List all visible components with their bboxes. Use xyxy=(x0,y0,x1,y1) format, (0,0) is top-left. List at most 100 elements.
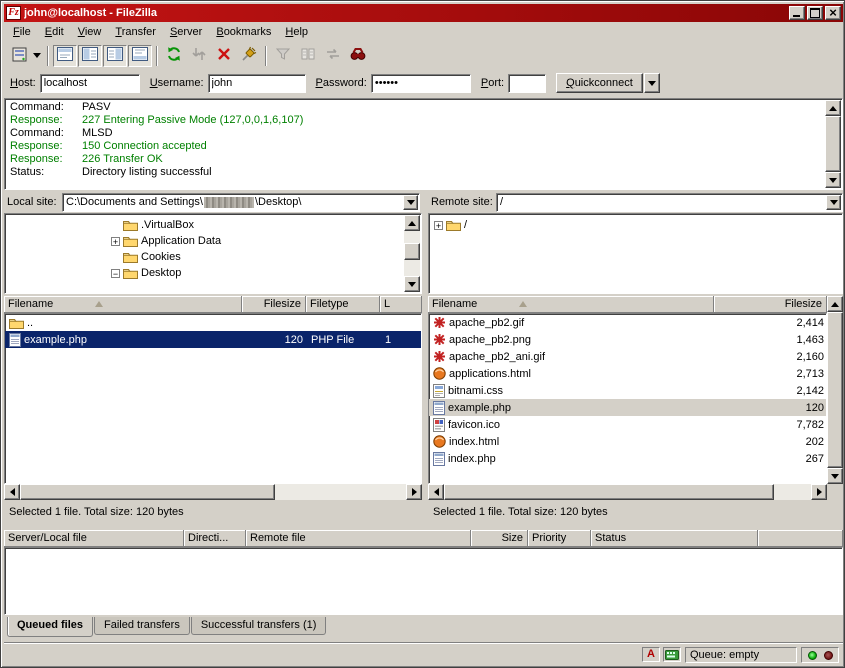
tab-failed-transfers[interactable]: Failed transfers xyxy=(94,617,190,635)
remote-file-row[interactable]: apache_pb2.gif2,414 xyxy=(429,314,826,331)
collapse-minus-icon[interactable]: − xyxy=(111,269,120,278)
menu-edit[interactable]: Edit xyxy=(38,23,71,41)
menu-server[interactable]: Server xyxy=(163,23,209,41)
tree-label: Application Data xyxy=(141,235,221,247)
scroll-up-button[interactable] xyxy=(825,100,841,116)
remote-file-row[interactable]: bitnami.css2,142 xyxy=(429,382,826,399)
column-header-label: Directi... xyxy=(188,532,228,544)
remote-file-row[interactable]: apache_pb2_ani.gif2,160 xyxy=(429,348,826,365)
column-header-filetype[interactable]: Filetype xyxy=(306,296,380,313)
log-line-response: Response:227 Entering Passive Mode (127,… xyxy=(6,114,824,127)
remote-file-row[interactable]: example.php120 xyxy=(429,399,826,416)
log-scrollbar[interactable] xyxy=(825,100,841,188)
queue-splitter[interactable] xyxy=(4,524,843,529)
toggle-local-tree-button[interactable] xyxy=(78,45,102,67)
menu-view[interactable]: View xyxy=(71,23,109,41)
menu-transfer[interactable]: Transfer xyxy=(108,23,163,41)
local-tree-scrollbar[interactable] xyxy=(404,215,420,292)
remote-site-combo[interactable]: / xyxy=(496,193,843,212)
disconnect-button[interactable] xyxy=(237,45,261,67)
column-header-filesize[interactable]: Filesize xyxy=(242,296,306,313)
tree-item-cookies[interactable]: Cookies xyxy=(5,249,421,265)
scroll-left-button[interactable] xyxy=(428,484,444,500)
local-list-hscrollbar[interactable] xyxy=(4,484,422,500)
find-button[interactable] xyxy=(346,45,370,67)
host-input[interactable] xyxy=(40,74,140,93)
remote-list-scrollbar[interactable] xyxy=(827,296,843,484)
remote-file-row[interactable]: favicon.ico7,782 xyxy=(429,416,826,433)
local-file-row[interactable]: .. xyxy=(5,314,421,331)
scroll-left-button[interactable] xyxy=(4,484,20,500)
ascii-indicator-icon: A xyxy=(642,647,660,662)
toggle-transfer-queue-button[interactable] xyxy=(128,45,152,67)
scroll-thumb[interactable] xyxy=(444,484,774,500)
keyboard-indicator-icon xyxy=(663,647,681,662)
scroll-down-button[interactable] xyxy=(827,468,843,484)
menu-bookmarks[interactable]: Bookmarks xyxy=(209,23,278,41)
process-queue-button[interactable] xyxy=(187,45,211,67)
scroll-down-button[interactable] xyxy=(825,172,841,188)
password-input[interactable] xyxy=(371,74,471,93)
column-header-server-local-file[interactable]: Server/Local file xyxy=(4,530,184,547)
column-header-filesize[interactable]: Filesize xyxy=(714,296,827,313)
remote-file-row[interactable]: index.html202 xyxy=(429,433,826,450)
column-header-remote-file[interactable]: Remote file xyxy=(246,530,471,547)
tab-queued-files[interactable]: Queued files xyxy=(7,617,93,637)
scroll-up-button[interactable] xyxy=(404,215,420,231)
title-bar[interactable]: Fz john@localhost - FileZilla xyxy=(4,4,843,22)
minimize-button[interactable] xyxy=(789,6,805,20)
column-header-status[interactable]: Status xyxy=(591,530,758,547)
local-site-combo[interactable]: C:\Documents and Settings\\Desktop\ xyxy=(62,193,420,212)
tree-item-desktop[interactable]: −Desktop xyxy=(5,265,421,281)
column-header-filename[interactable]: Filename xyxy=(4,296,242,313)
username-input[interactable] xyxy=(208,74,306,93)
quickconnect-button[interactable]: Quickconnect xyxy=(556,73,643,93)
compare-button[interactable] xyxy=(296,45,320,67)
cancel-button[interactable] xyxy=(212,45,236,67)
panel-remote-icon xyxy=(107,47,123,64)
column-header-l[interactable]: L xyxy=(380,296,422,313)
column-header-filler[interactable] xyxy=(758,530,843,547)
remote-file-row[interactable]: applications.html2,713 xyxy=(429,365,826,382)
column-header-label: Size xyxy=(502,532,523,544)
log-line-command: Command:PASV xyxy=(6,101,824,114)
tab-successful-transfers-1[interactable]: Successful transfers (1) xyxy=(191,617,327,635)
remote-site-path: / xyxy=(500,196,824,208)
scroll-right-button[interactable] xyxy=(811,484,827,500)
toggle-message-log-button[interactable] xyxy=(53,45,77,67)
toggle-remote-tree-button[interactable] xyxy=(103,45,127,67)
column-header-directi[interactable]: Directi... xyxy=(184,530,246,547)
sync-browse-button[interactable] xyxy=(321,45,345,67)
local-file-row[interactable]: example.php120PHP File1 xyxy=(5,331,421,348)
expand-plus-icon[interactable]: + xyxy=(434,221,443,230)
scroll-thumb[interactable] xyxy=(20,484,275,500)
column-header-priority[interactable]: Priority xyxy=(528,530,591,547)
remote-list-hscrollbar[interactable] xyxy=(428,484,827,500)
scroll-thumb[interactable] xyxy=(825,116,841,172)
remote-file-row[interactable]: apache_pb2.png1,463 xyxy=(429,331,826,348)
site-manager-dropdown-button[interactable] xyxy=(31,45,43,67)
local-site-dropdown-button[interactable] xyxy=(403,195,418,210)
quickconnect-dropdown-button[interactable] xyxy=(644,73,660,93)
maximize-button[interactable] xyxy=(807,6,823,20)
remote-site-dropdown-button[interactable] xyxy=(826,195,841,210)
column-header-filename[interactable]: Filename xyxy=(428,296,714,313)
menu-file[interactable]: File xyxy=(6,23,38,41)
tree-item-application-data[interactable]: + Application Data xyxy=(5,233,421,249)
tree-item-item[interactable]: +/ xyxy=(429,217,842,233)
refresh-button[interactable] xyxy=(162,45,186,67)
scroll-down-button[interactable] xyxy=(404,276,420,292)
close-button[interactable] xyxy=(825,6,841,20)
column-header-size[interactable]: Size xyxy=(471,530,528,547)
filter-button[interactable] xyxy=(271,45,295,67)
scroll-thumb[interactable] xyxy=(827,312,843,468)
menu-help[interactable]: Help xyxy=(278,23,315,41)
remote-file-row[interactable]: index.php267 xyxy=(429,450,826,467)
expand-plus-icon[interactable]: + xyxy=(111,237,120,246)
port-input[interactable] xyxy=(508,74,546,93)
scroll-up-button[interactable] xyxy=(827,296,843,312)
scroll-right-button[interactable] xyxy=(406,484,422,500)
scroll-thumb[interactable] xyxy=(404,243,420,260)
tree-item-virtualbox[interactable]: .VirtualBox xyxy=(5,217,421,233)
site-manager-button[interactable] xyxy=(8,45,32,67)
